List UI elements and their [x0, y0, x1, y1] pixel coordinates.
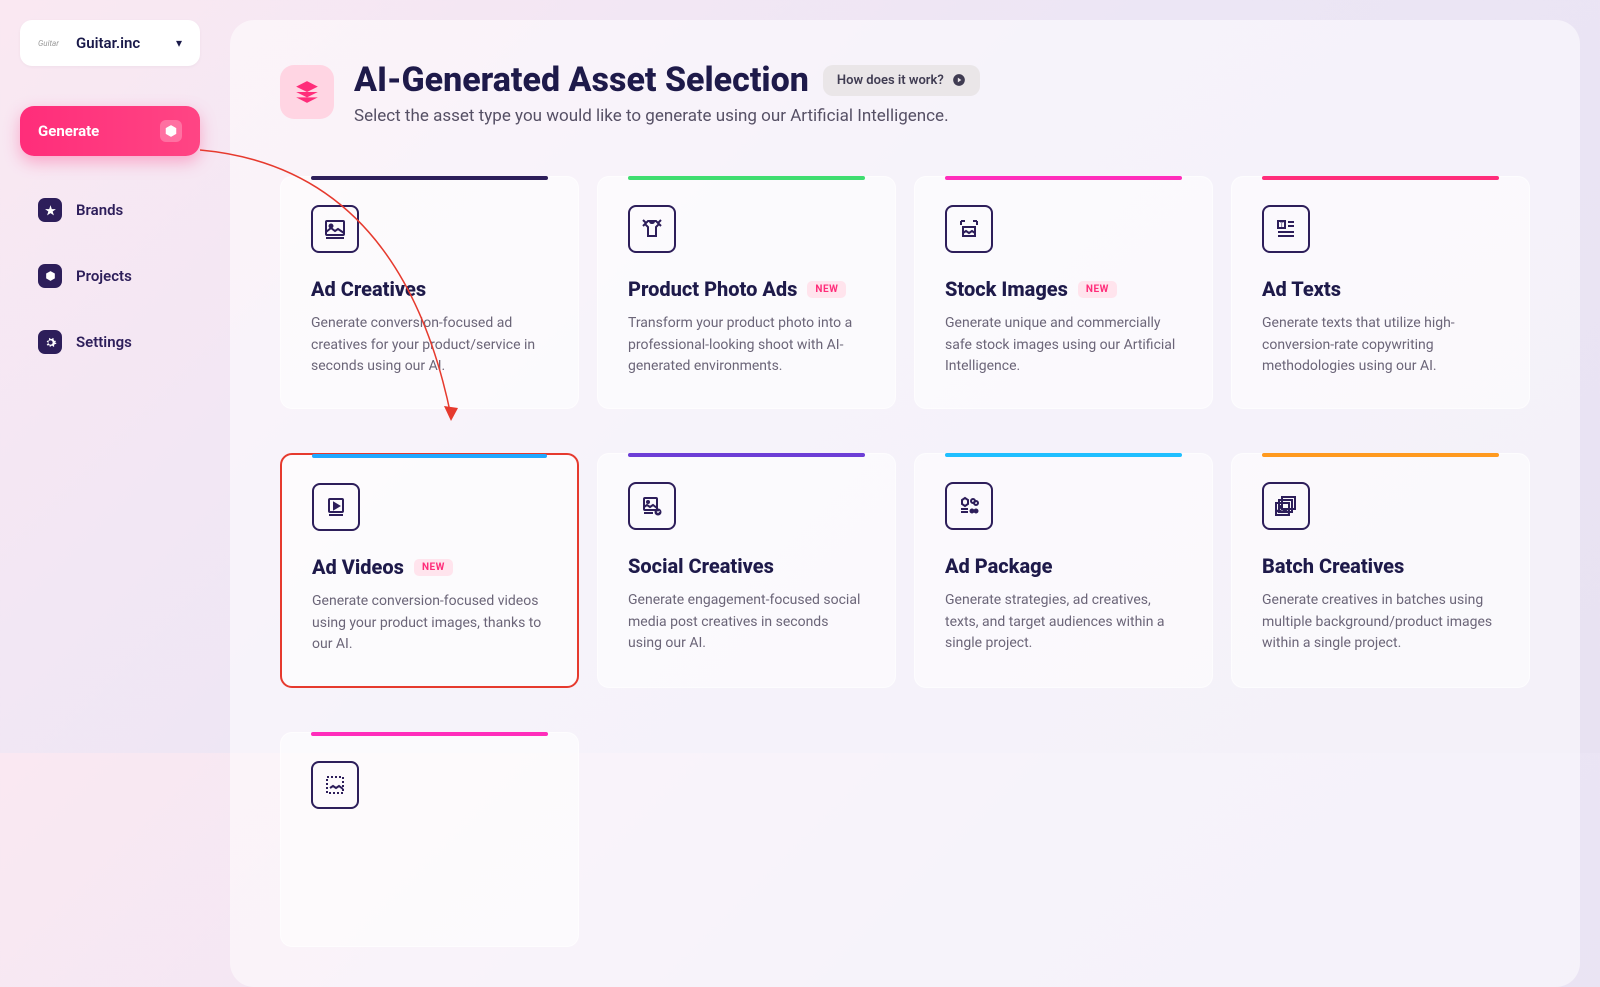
sidebar-item-brands[interactable]: Brands — [20, 186, 200, 234]
card-accent-line — [628, 176, 865, 180]
card-description: Generate engagement-focused social media… — [628, 590, 865, 655]
card-accent-line — [311, 176, 548, 180]
cube-icon — [160, 120, 182, 142]
help-button[interactable]: How does it work? — [823, 65, 980, 96]
social-icon — [628, 482, 676, 530]
sidebar-item-settings[interactable]: Settings — [20, 318, 200, 366]
page-subtitle: Select the asset type you would like to … — [354, 106, 1530, 126]
card-title: Ad Texts — [1262, 277, 1341, 301]
cards-grid: Ad Creatives Generate conversion-focused … — [280, 176, 1530, 947]
card-accent-line — [1262, 453, 1499, 457]
card-title: Batch Creatives — [1262, 554, 1404, 578]
svg-text:T: T — [1280, 222, 1284, 229]
page-header: AI-Generated Asset Selection How does it… — [280, 60, 1530, 126]
batch-icon — [1262, 482, 1310, 530]
new-badge: NEW — [1078, 281, 1117, 298]
new-badge: NEW — [414, 559, 453, 576]
card-ad-texts[interactable]: T Ad Texts Generate texts that utilize hig… — [1231, 176, 1530, 409]
card-description: Generate conversion-focused videos using… — [312, 591, 547, 656]
brand-selector[interactable]: Guitar Guitar.inc ▾ — [20, 20, 200, 66]
card-accent-line — [945, 176, 1182, 180]
card-description: Generate texts that utilize high-convers… — [1262, 313, 1499, 378]
card-description: Generate strategies, ad creatives, texts… — [945, 590, 1182, 655]
video-icon — [312, 483, 360, 531]
tshirt-icon — [628, 205, 676, 253]
generate-button[interactable]: Generate — [20, 106, 200, 156]
card-title-row: Ad Videos NEW — [312, 555, 547, 579]
play-icon — [952, 73, 966, 87]
card-title: Ad Creatives — [311, 277, 426, 301]
card-title: Social Creatives — [628, 554, 774, 578]
card-ad-package[interactable]: Ad Package Generate strategies, ad creati… — [914, 453, 1213, 688]
card-title-row: Batch Creatives — [1262, 554, 1499, 578]
help-label: How does it work? — [837, 73, 944, 88]
nav-label-settings: Settings — [76, 333, 132, 351]
hexagon-icon — [38, 264, 62, 288]
card-title-row: Ad Package — [945, 554, 1182, 578]
new-badge: NEW — [807, 281, 846, 298]
card-title-row: Ad Texts — [1262, 277, 1499, 301]
brand-logo: Guitar — [38, 35, 66, 51]
card-description: Generate conversion-focused ad creatives… — [311, 313, 548, 378]
nav-label-brands: Brands — [76, 201, 123, 219]
card-social-creatives[interactable]: Social Creatives Generate engagement-focu… — [597, 453, 896, 688]
card-batch-creatives[interactable]: Batch Creatives Generate creatives in bat… — [1231, 453, 1530, 688]
chevron-down-icon: ▾ — [176, 36, 182, 50]
sidebar: Guitar Guitar.inc ▾ Generate Brands Proj… — [20, 20, 200, 987]
card-title-row: Product Photo Ads NEW — [628, 277, 865, 301]
main-content: AI-Generated Asset Selection How does it… — [230, 20, 1580, 987]
card-title-row: Social Creatives — [628, 554, 865, 578]
brand-name-label: Guitar.inc — [76, 34, 166, 52]
package-icon — [945, 482, 993, 530]
card-stock-images[interactable]: Stock Images NEW Generate unique and comme… — [914, 176, 1213, 409]
sidebar-item-projects[interactable]: Projects — [20, 252, 200, 300]
card-description: Generate unique and commercially safe st… — [945, 313, 1182, 378]
generate-label: Generate — [38, 122, 99, 140]
text-icon: T — [1262, 205, 1310, 253]
card-title: Product Photo Ads — [628, 277, 797, 301]
card-title-row: Stock Images NEW — [945, 277, 1182, 301]
card-accent-line — [628, 453, 865, 457]
image-icon — [311, 205, 359, 253]
card-description: Transform your product photo into a prof… — [628, 313, 865, 378]
card-title: Ad Package — [945, 554, 1052, 578]
card-ad-videos[interactable]: Ad Videos NEW Generate conversion-focused … — [280, 453, 579, 688]
card-accent-line — [1262, 176, 1499, 180]
card-product-photo-ads[interactable]: Product Photo Ads NEW Transform your produ… — [597, 176, 896, 409]
card-extra[interactable] — [280, 732, 579, 947]
card-accent-line — [945, 453, 1182, 457]
page-title: AI-Generated Asset Selection — [354, 60, 809, 100]
nav-label-projects: Projects — [76, 267, 132, 285]
layers-icon — [280, 65, 334, 119]
star-icon — [38, 198, 62, 222]
gear-icon — [38, 330, 62, 354]
crop-icon — [311, 761, 359, 809]
card-accent-line — [312, 454, 547, 458]
card-title: Stock Images — [945, 277, 1068, 301]
card-title-row: Ad Creatives — [311, 277, 548, 301]
card-accent-line — [311, 732, 548, 736]
card-title: Ad Videos — [312, 555, 404, 579]
picture-icon — [945, 205, 993, 253]
card-description: Generate creatives in batches using mult… — [1262, 590, 1499, 655]
card-ad-creatives[interactable]: Ad Creatives Generate conversion-focused … — [280, 176, 579, 409]
